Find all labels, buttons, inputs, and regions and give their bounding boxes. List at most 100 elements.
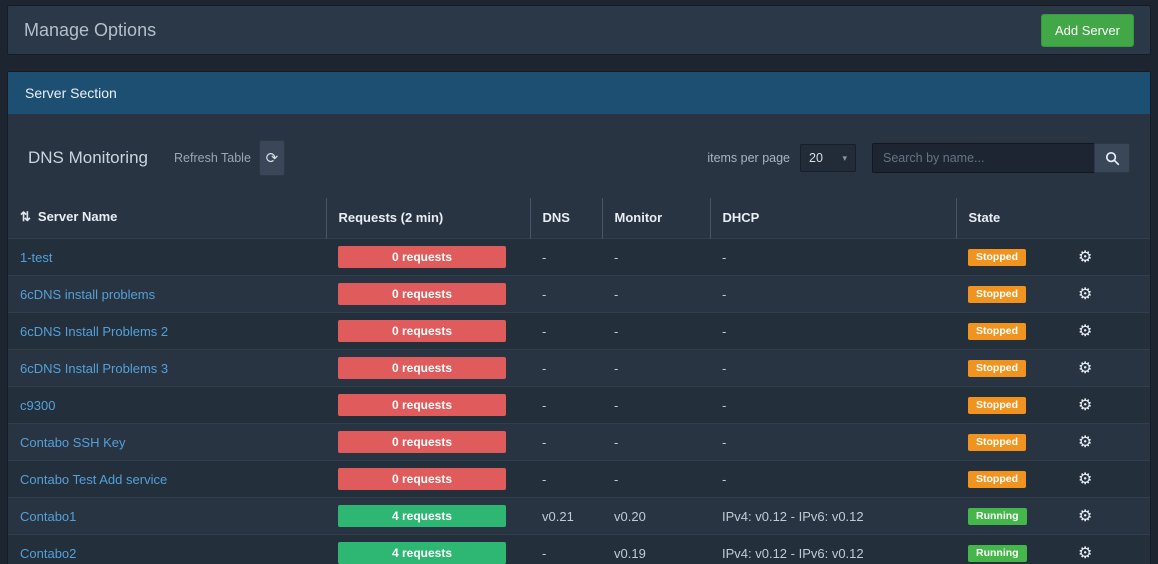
requests-badge: 0 requests [338,283,506,305]
add-server-button[interactable]: Add Server [1041,14,1134,47]
table-row: Contabo Test Add service 0 requests - - … [8,461,1150,498]
refresh-icon: ⟳ [266,149,279,167]
gear-icon[interactable]: ⚙ [1078,249,1092,266]
dns-version-cell: - [530,424,602,461]
column-header-dhcp: DHCP [710,198,956,239]
dhcp-cell: IPv4: v0.12 - IPv6: v0.12 [710,535,956,564]
requests-badge: 0 requests [338,394,506,416]
monitor-version-cell: - [602,387,710,424]
monitor-version-cell: v0.19 [602,535,710,564]
state-badge: Stopped [968,360,1026,377]
state-badge: Stopped [968,286,1026,303]
search-group [872,143,1130,173]
monitor-version-cell: - [602,276,710,313]
table-title: DNS Monitoring [28,148,148,168]
state-badge: Running [968,545,1027,562]
dhcp-cell: - [710,424,956,461]
requests-badge: 0 requests [338,320,506,342]
server-name-link[interactable]: Contabo SSH Key [20,435,126,450]
server-name-link[interactable]: 1-test [20,250,53,265]
server-name-link[interactable]: 6cDNS install problems [20,287,155,302]
requests-badge: 0 requests [338,357,506,379]
table-row: c9300 0 requests - - - Stopped ⚙ [8,387,1150,424]
gear-icon[interactable]: ⚙ [1078,360,1092,377]
dhcp-cell: IPv4: v0.12 - IPv6: v0.12 [710,498,956,535]
gear-icon[interactable]: ⚙ [1078,397,1092,414]
column-header-server-name[interactable]: ⇅Server Name [8,198,326,239]
server-name-link[interactable]: Contabo2 [20,546,76,561]
column-header-state: State [956,198,1056,239]
server-table-body: 1-test 0 requests - - - Stopped ⚙ 6cDNS … [8,239,1150,564]
table-row: Contabo SSH Key 0 requests - - - Stopped… [8,424,1150,461]
column-header-dns: DNS [530,198,602,239]
dns-version-cell: - [530,350,602,387]
gear-icon[interactable]: ⚙ [1078,471,1092,488]
table-toolbar: DNS Monitoring Refresh Table ⟳ items per… [8,114,1150,198]
panel-header-title: Server Section [25,85,117,101]
column-header-actions [1056,198,1150,239]
state-badge: Running [968,508,1027,525]
state-badge: Stopped [968,397,1026,414]
table-row: 6cDNS install problems 0 requests - - - … [8,276,1150,313]
server-name-link[interactable]: 6cDNS Install Problems 2 [20,324,168,339]
table-row: 1-test 0 requests - - - Stopped ⚙ [8,239,1150,276]
items-per-page-value: 20 [809,151,823,165]
dns-version-cell: - [530,461,602,498]
sort-icon[interactable]: ⇅ [20,209,31,224]
table-row: 6cDNS Install Problems 2 0 requests - - … [8,313,1150,350]
dhcp-cell: - [710,461,956,498]
requests-badge: 4 requests [338,505,506,527]
requests-badge: 0 requests [338,246,506,268]
state-badge: Stopped [968,323,1026,340]
dns-version-cell: - [530,387,602,424]
table-header-row: ⇅Server Name Requests (2 min) DNS Monito… [8,198,1150,239]
servers-table: ⇅Server Name Requests (2 min) DNS Monito… [8,198,1150,564]
search-button[interactable] [1094,143,1130,173]
server-name-link[interactable]: Contabo1 [20,509,76,524]
dhcp-cell: - [710,350,956,387]
state-badge: Stopped [968,249,1026,266]
toolbar-right: items per page 20 ▾ [707,143,1130,173]
dhcp-cell: - [710,313,956,350]
gear-icon[interactable]: ⚙ [1078,545,1092,562]
items-per-page-label: items per page [707,151,790,165]
dhcp-cell: - [710,276,956,313]
dns-version-cell: - [530,239,602,276]
items-per-page-select[interactable]: 20 ▾ [800,144,856,172]
requests-badge: 0 requests [338,468,506,490]
refresh-table-label: Refresh Table [174,151,251,165]
monitor-version-cell: - [602,424,710,461]
requests-badge: 4 requests [338,542,506,564]
dns-version-cell: - [530,313,602,350]
gear-icon[interactable]: ⚙ [1078,286,1092,303]
gear-icon[interactable]: ⚙ [1078,508,1092,525]
search-icon [1105,151,1120,166]
server-section-panel: Server Section DNS Monitoring Refresh Ta… [7,71,1151,564]
gear-icon[interactable]: ⚙ [1078,434,1092,451]
dhcp-cell: - [710,387,956,424]
refresh-table-button[interactable]: ⟳ [259,140,285,176]
chevron-down-icon: ▾ [842,153,847,164]
column-header-requests: Requests (2 min) [326,198,530,239]
search-input[interactable] [872,143,1094,173]
table-row: Contabo1 4 requests v0.21 v0.20 IPv4: v0… [8,498,1150,535]
state-badge: Stopped [968,434,1026,451]
panel-header: Server Section [8,72,1150,114]
requests-badge: 0 requests [338,431,506,453]
column-header-monitor: Monitor [602,198,710,239]
table-row: 6cDNS Install Problems 3 0 requests - - … [8,350,1150,387]
page-title: Manage Options [24,20,156,41]
monitor-version-cell: - [602,239,710,276]
server-name-link[interactable]: c9300 [20,398,55,413]
server-name-link[interactable]: 6cDNS Install Problems 3 [20,361,168,376]
gear-icon[interactable]: ⚙ [1078,323,1092,340]
dns-version-cell: - [530,535,602,564]
monitor-version-cell: - [602,461,710,498]
top-bar: Manage Options Add Server [7,5,1151,55]
monitor-version-cell: - [602,350,710,387]
dns-version-cell: - [530,276,602,313]
dhcp-cell: - [710,239,956,276]
monitor-version-cell: - [602,313,710,350]
table-row: Contabo2 4 requests - v0.19 IPv4: v0.12 … [8,535,1150,564]
server-name-link[interactable]: Contabo Test Add service [20,472,167,487]
